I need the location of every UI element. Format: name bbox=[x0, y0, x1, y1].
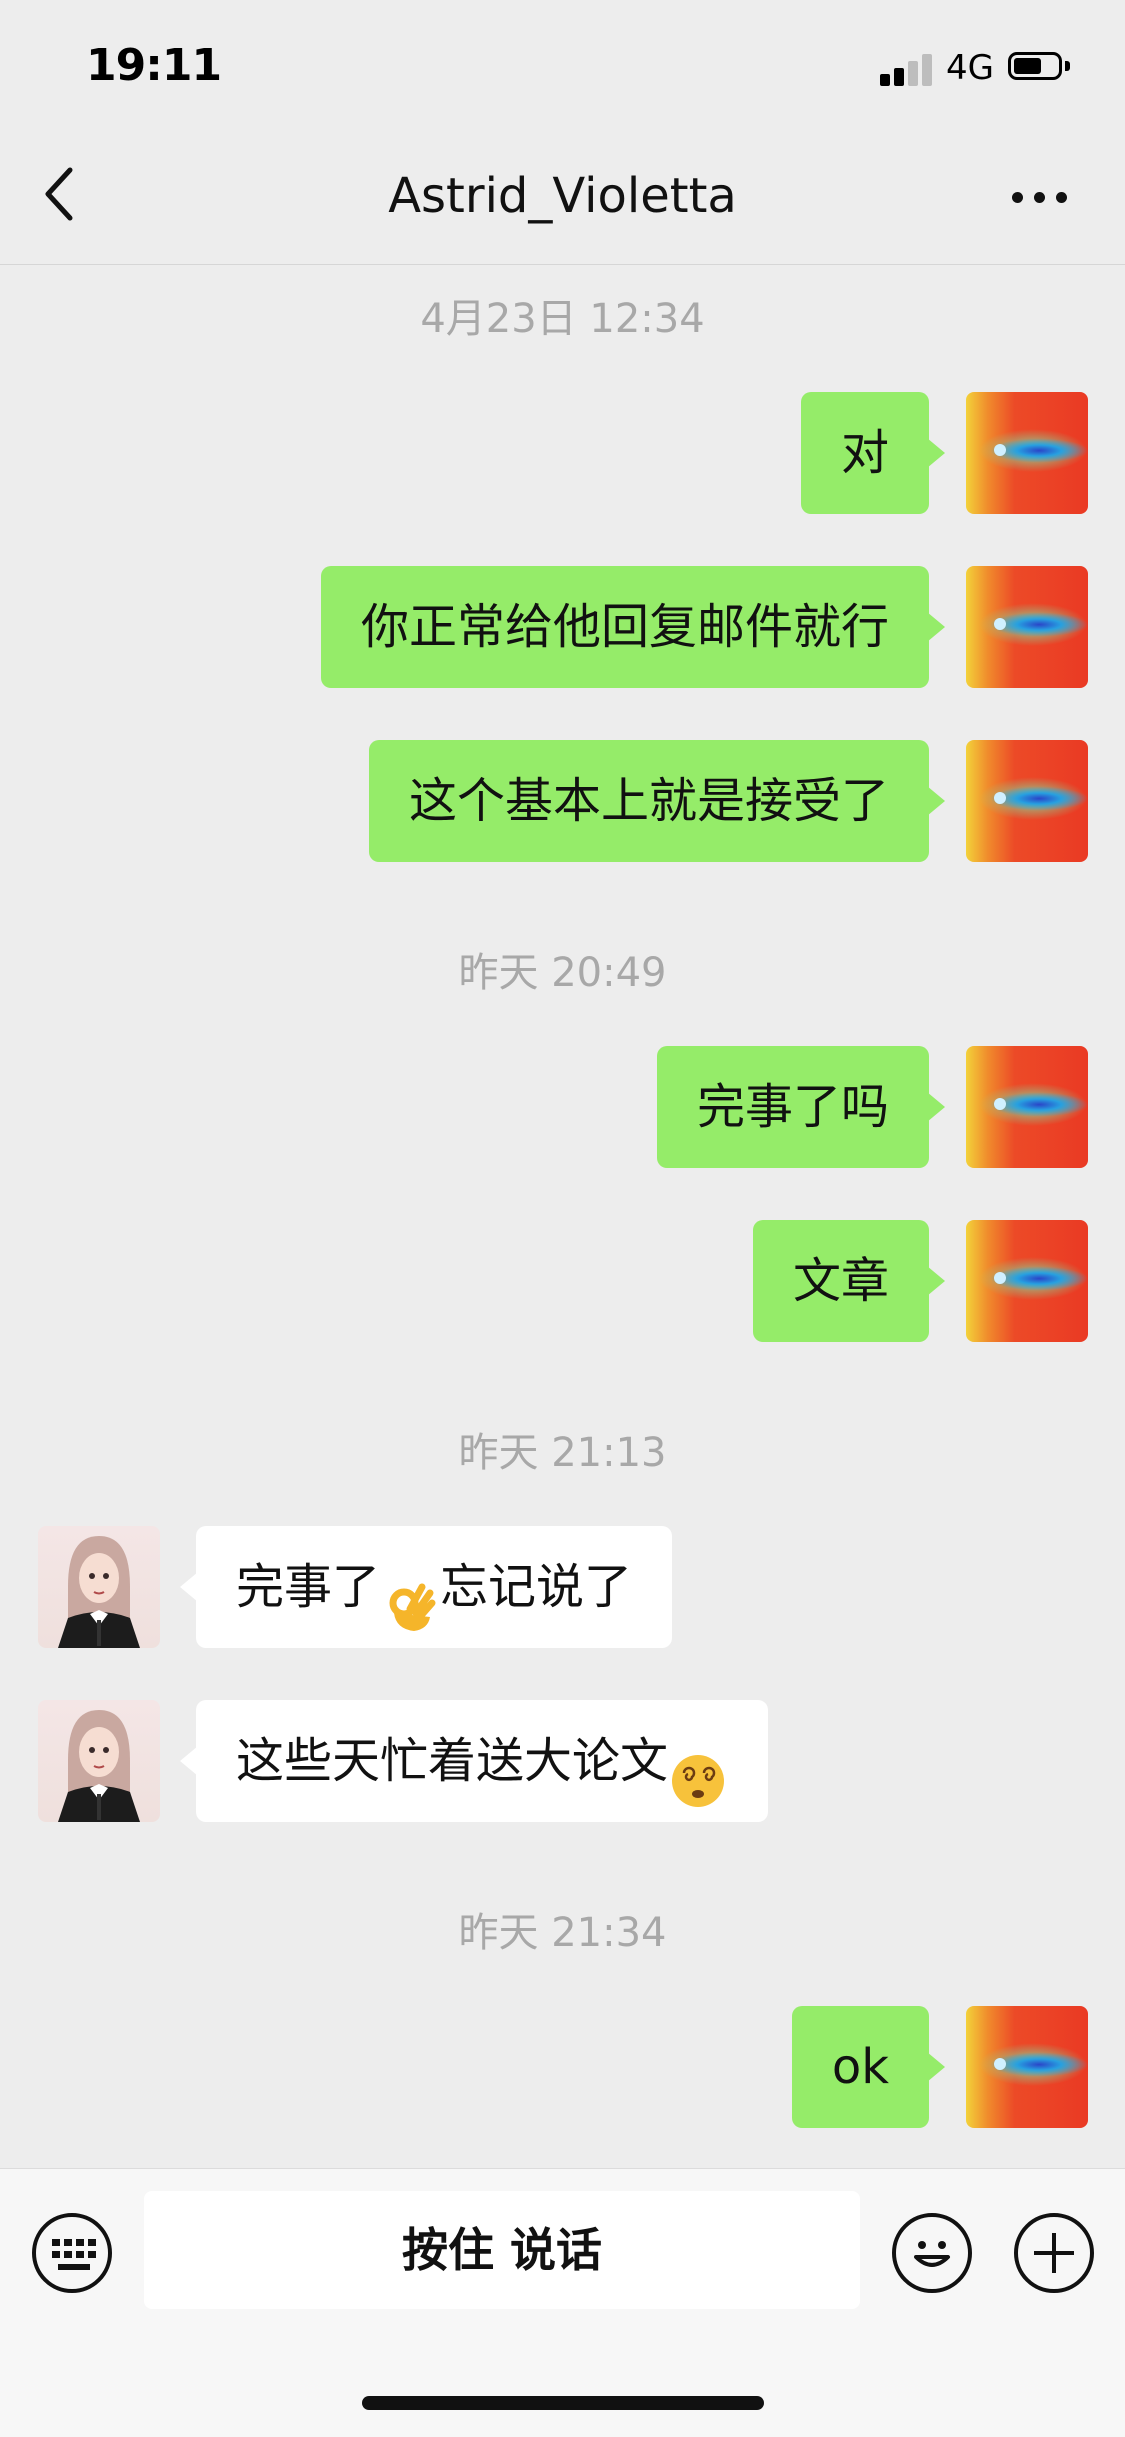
message-bubble-received[interactable]: 完事了 忘记说了 bbox=[179, 1526, 673, 1648]
hold-to-talk-button[interactable]: 按住 说话 bbox=[144, 2191, 860, 2309]
keyboard-icon[interactable] bbox=[32, 2213, 112, 2293]
my-avatar[interactable] bbox=[966, 566, 1088, 688]
message-bubble-sent[interactable]: 这个基本上就是接受了 bbox=[368, 740, 946, 862]
timestamp: 昨天 20:49 bbox=[458, 950, 667, 996]
message-bubble-sent[interactable]: ok bbox=[791, 2006, 946, 2128]
contact-avatar[interactable] bbox=[38, 1526, 160, 1648]
network-label: 4G bbox=[946, 48, 994, 88]
more-dots-icon[interactable] bbox=[1010, 192, 1070, 204]
signal-icon bbox=[880, 50, 936, 86]
emoji-icon[interactable] bbox=[892, 2213, 972, 2293]
battery-icon bbox=[1008, 52, 1072, 84]
message-bubble-sent[interactable]: 文章 bbox=[752, 1220, 946, 1342]
my-avatar[interactable] bbox=[966, 392, 1088, 514]
message-bubble-sent[interactable]: 对 bbox=[800, 392, 946, 514]
contact-avatar[interactable] bbox=[38, 1700, 160, 1822]
my-avatar[interactable] bbox=[966, 2006, 1088, 2128]
chat-header: Astrid_Violetta bbox=[0, 130, 1125, 265]
dizzy-face-emoji bbox=[670, 1732, 726, 1807]
status-time: 19:11 bbox=[86, 40, 222, 91]
ok-hand-emoji bbox=[382, 1558, 438, 1631]
my-avatar[interactable] bbox=[966, 1220, 1088, 1342]
status-bar: 19:11 4G bbox=[0, 0, 1125, 130]
home-indicator[interactable] bbox=[362, 2396, 764, 2410]
message-bubble-received[interactable]: 这些天忙着送大论文 bbox=[179, 1700, 769, 1822]
timestamp: 4月23日 12:34 bbox=[420, 296, 705, 342]
my-avatar[interactable] bbox=[966, 1046, 1088, 1168]
message-text: 完事了 bbox=[236, 1559, 381, 1615]
message-text: 忘记说了 bbox=[440, 1559, 633, 1615]
plus-icon[interactable] bbox=[1014, 2213, 1094, 2293]
message-text: 这些天忙着送大论文 bbox=[236, 1733, 669, 1789]
timestamp: 昨天 21:34 bbox=[458, 1910, 667, 1956]
timestamp: 昨天 21:13 bbox=[458, 1430, 667, 1476]
message-bubble-sent[interactable]: 完事了吗 bbox=[656, 1046, 946, 1168]
my-avatar[interactable] bbox=[966, 740, 1088, 862]
message-bubble-sent[interactable]: 你正常给他回复邮件就行 bbox=[320, 566, 946, 688]
chat-title: Astrid_Violetta bbox=[388, 168, 737, 224]
